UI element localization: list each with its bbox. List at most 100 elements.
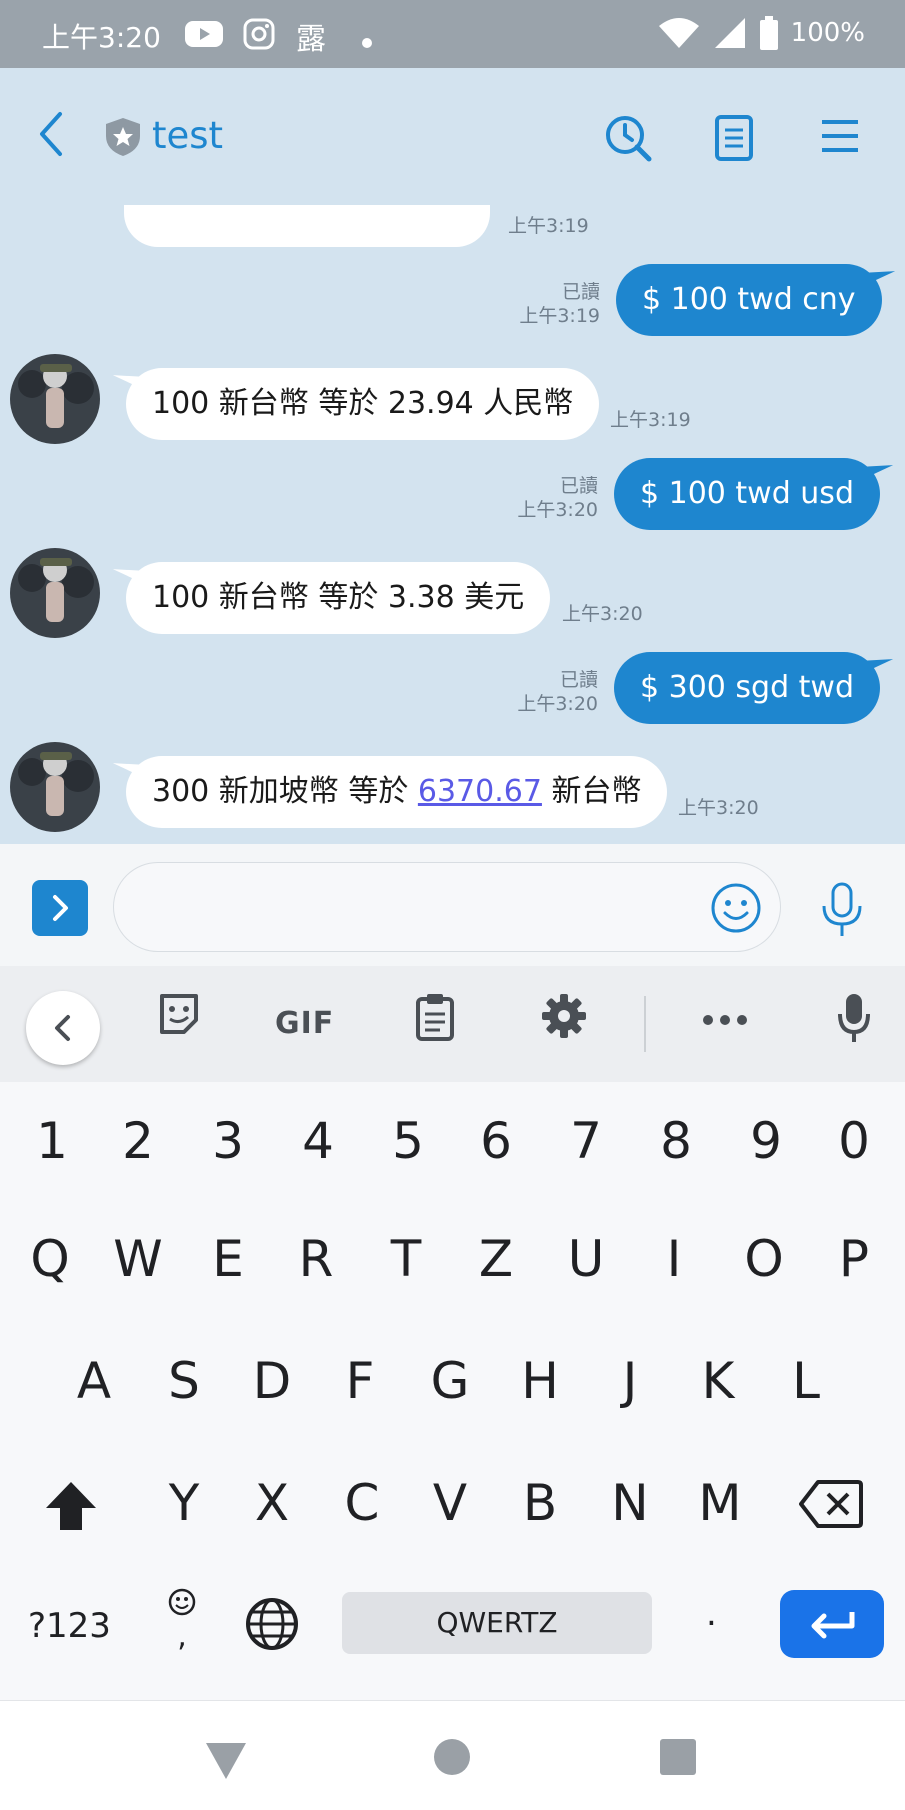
shift-icon[interactable]: [42, 1478, 100, 1534]
message-bubble-outgoing[interactable]: $ 100 twd cny: [616, 264, 882, 336]
key-p[interactable]: P: [814, 1230, 894, 1288]
more-icon[interactable]: [702, 1014, 748, 1026]
symbols-key[interactable]: ?123: [28, 1606, 111, 1646]
key-d[interactable]: D: [232, 1352, 312, 1410]
enter-icon: [811, 1612, 855, 1639]
navigation-bar: [0, 1700, 905, 1810]
key-q[interactable]: Q: [10, 1230, 90, 1288]
signal-icon: [714, 18, 745, 48]
avatar[interactable]: [10, 742, 100, 832]
key-c[interactable]: C: [322, 1474, 402, 1532]
message-input-container[interactable]: [113, 862, 781, 952]
avatar[interactable]: [10, 548, 100, 638]
key-l[interactable]: L: [766, 1352, 846, 1410]
key-2[interactable]: 2: [98, 1112, 178, 1170]
emoji-comma-key[interactable]: ,: [168, 1588, 196, 1652]
avatar-image: [10, 354, 100, 444]
key-b[interactable]: B: [500, 1474, 580, 1532]
message-bubble-incoming[interactable]: 100 新台幣 等於 3.38 美元: [126, 562, 551, 634]
message-bubble-incoming[interactable]: 300 新加坡幣 等於 6370.67 新台幣: [126, 756, 668, 828]
key-9[interactable]: 9: [726, 1112, 806, 1170]
enter-key[interactable]: [780, 1590, 884, 1658]
home-circle-icon[interactable]: [432, 1737, 472, 1777]
period-key[interactable]: .: [706, 1594, 717, 1634]
back-icon[interactable]: [36, 108, 66, 160]
sticker-icon[interactable]: [156, 992, 202, 1038]
avatar[interactable]: [10, 354, 100, 444]
message-read-status: 已讀 上午3:20: [508, 474, 598, 522]
keyboard-collapse-button[interactable]: [26, 991, 100, 1065]
key-n[interactable]: N: [590, 1474, 670, 1532]
key-f[interactable]: F: [320, 1352, 400, 1410]
chat-header: test: [0, 68, 905, 204]
expand-icon: [53, 895, 68, 921]
key-y[interactable]: Y: [144, 1474, 224, 1532]
comma-label: ,: [177, 1619, 187, 1654]
key-6[interactable]: 6: [456, 1112, 536, 1170]
key-1[interactable]: 1: [12, 1112, 92, 1170]
key-h[interactable]: H: [500, 1352, 580, 1410]
message-time: 上午3:20: [517, 693, 598, 715]
search-history-icon[interactable]: [604, 114, 652, 162]
menu-icon[interactable]: [820, 118, 860, 154]
key-j[interactable]: J: [590, 1352, 670, 1410]
backspace-icon[interactable]: [798, 1478, 864, 1530]
expand-button[interactable]: [32, 880, 88, 936]
globe-icon[interactable]: [244, 1596, 300, 1652]
key-u[interactable]: U: [546, 1230, 626, 1288]
message-bubble-incoming[interactable]: [124, 205, 490, 247]
status-bar: 上午3:20 露 100%: [0, 0, 905, 68]
settings-icon[interactable]: [540, 992, 588, 1040]
emoji-icon[interactable]: [710, 882, 762, 934]
message-bubble-outgoing[interactable]: $ 300 sgd twd: [614, 652, 881, 724]
chevron-left-icon: [55, 1015, 70, 1041]
battery-percent: 100%: [790, 18, 865, 48]
back-triangle-icon[interactable]: [204, 1741, 248, 1781]
keyboard-toolbar: GIF: [0, 966, 905, 1082]
key-e[interactable]: E: [188, 1230, 268, 1288]
status-right: 100%: [657, 16, 865, 50]
avatar-image: [10, 548, 100, 638]
battery-icon: [759, 16, 778, 50]
key-s[interactable]: S: [144, 1352, 224, 1410]
key-r[interactable]: R: [276, 1230, 356, 1288]
key-w[interactable]: W: [98, 1230, 178, 1288]
emoji-small-icon: [168, 1588, 196, 1616]
key-a[interactable]: A: [54, 1352, 134, 1410]
message-bubble-incoming[interactable]: 100 新台幣 等於 23.94 人民幣: [126, 368, 600, 440]
key-0[interactable]: 0: [814, 1112, 894, 1170]
key-x[interactable]: X: [232, 1474, 312, 1532]
space-key[interactable]: QWERTZ: [342, 1592, 652, 1654]
gif-button[interactable]: GIF: [275, 1006, 334, 1041]
dot-icon: [362, 38, 372, 48]
microphone-icon[interactable]: [815, 882, 869, 938]
key-o[interactable]: O: [724, 1230, 804, 1288]
number-link[interactable]: 6370.67: [418, 774, 542, 809]
message-time: 上午3:20: [517, 499, 598, 521]
key-m[interactable]: M: [680, 1474, 760, 1532]
clipboard-icon[interactable]: [414, 992, 456, 1042]
key-7[interactable]: 7: [546, 1112, 626, 1170]
key-8[interactable]: 8: [636, 1112, 716, 1170]
message-time: 上午3:19: [508, 215, 589, 237]
notes-icon[interactable]: [714, 114, 754, 162]
message-time: 上午3:20: [678, 797, 759, 819]
key-t[interactable]: T: [366, 1230, 446, 1288]
key-v[interactable]: V: [410, 1474, 490, 1532]
key-k[interactable]: K: [678, 1352, 758, 1410]
read-label: 已讀: [559, 669, 598, 691]
recents-square-icon[interactable]: [658, 1737, 698, 1777]
key-5[interactable]: 5: [368, 1112, 448, 1170]
key-3[interactable]: 3: [188, 1112, 268, 1170]
message-text: 300 新加坡幣 等於: [152, 774, 418, 809]
message-read-status: 已讀 上午3:20: [508, 668, 598, 716]
microphone-icon[interactable]: [836, 992, 872, 1044]
message-bubble-outgoing[interactable]: $ 100 twd usd: [614, 458, 880, 530]
chat-area[interactable]: test 上午3:19 已讀 上午3:19 $ 100 twd cny 100 …: [0, 68, 905, 844]
key-g[interactable]: G: [410, 1352, 490, 1410]
wifi-icon: [658, 18, 699, 48]
key-4[interactable]: 4: [278, 1112, 358, 1170]
message-input[interactable]: [144, 863, 704, 949]
key-z[interactable]: Z: [456, 1230, 536, 1288]
key-i[interactable]: I: [634, 1230, 714, 1288]
